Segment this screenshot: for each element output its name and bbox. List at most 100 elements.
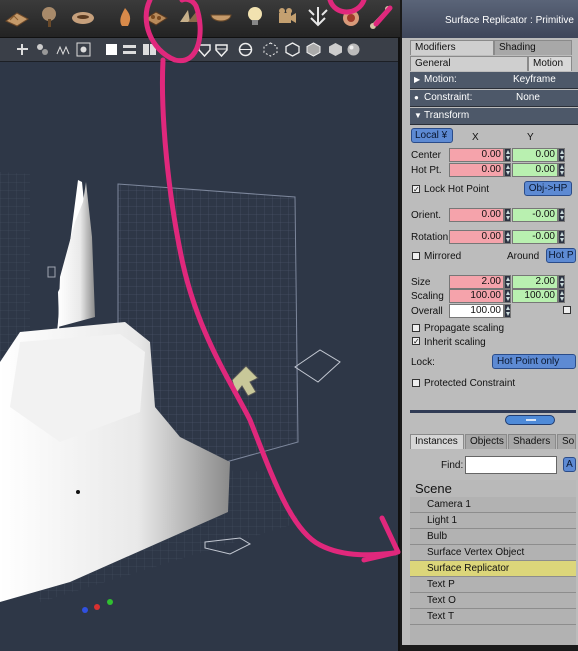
orient-y-spinner[interactable] [558, 208, 565, 222]
scaling-x-field[interactable]: 100.00 [449, 289, 504, 303]
hot-point-button[interactable]: Hot P [546, 248, 576, 263]
list-item-bulb[interactable]: Bulb [410, 529, 576, 545]
shield2-icon[interactable] [214, 42, 229, 58]
dots-icon[interactable] [76, 42, 91, 57]
tab-general[interactable]: General [410, 56, 528, 71]
center-y-field[interactable]: 0.00 [512, 148, 558, 162]
group-icon[interactable] [55, 42, 70, 57]
bowl-icon[interactable] [208, 4, 234, 30]
lock-select[interactable]: Hot Point only [492, 354, 576, 369]
lights-icon[interactable] [35, 42, 50, 57]
arrows-icon[interactable] [305, 4, 331, 30]
tree-icon[interactable] [36, 4, 62, 30]
rotation-x-spinner[interactable] [504, 230, 511, 244]
hotpt-y-spinner[interactable] [558, 163, 565, 177]
scaling-y-field[interactable]: 100.00 [512, 289, 558, 303]
object-marker [76, 490, 80, 494]
scene-render [0, 172, 341, 613]
find-label: Find: [441, 460, 464, 471]
replicator-icon[interactable] [143, 4, 169, 30]
expand-arrow-icon: ▶ [414, 75, 421, 84]
cube2-icon[interactable] [306, 42, 321, 57]
find-input[interactable] [465, 456, 557, 474]
orient-y-field[interactable]: -0.00 [512, 208, 558, 222]
dot-icon: ● [414, 93, 419, 102]
overall-field[interactable]: 100.00 [449, 304, 504, 318]
find-button[interactable]: A [563, 457, 576, 472]
protected-constraint-checkbox[interactable] [412, 379, 420, 387]
cube3-icon[interactable] [328, 42, 343, 57]
center-x-field[interactable]: 0.00 [449, 148, 504, 162]
rotation-label: Rotation [411, 232, 449, 243]
orient-label: Orient. [411, 210, 442, 221]
protected-constraint-label: Protected Constraint [424, 378, 516, 389]
fire-icon[interactable] [112, 4, 138, 30]
panel-title: Surface Replicator : Primitive [402, 0, 578, 38]
tab-shaders[interactable]: Shaders [508, 434, 556, 449]
panel-splitter-handle[interactable] [505, 415, 555, 425]
tab-modifiers[interactable]: Modifiers [410, 40, 494, 55]
list-item-surface-replicator[interactable]: Surface Replicator [410, 561, 576, 577]
cloud-icon[interactable] [70, 4, 96, 30]
3d-viewport[interactable] [0, 38, 400, 651]
wire-shape-3 [47, 266, 56, 278]
rotation-y-spinner[interactable] [558, 230, 565, 244]
bottom-edge [400, 645, 578, 651]
size-x-field[interactable]: 2.00 [449, 275, 504, 289]
size-y-spinner[interactable] [558, 275, 565, 289]
orient-x-spinner[interactable] [504, 208, 511, 222]
lock-hot-point-checkbox[interactable]: ✓ [412, 185, 420, 194]
list-item-text-o[interactable]: Text O [410, 593, 576, 609]
size-y-field[interactable]: 2.00 [512, 275, 558, 289]
orient-x-field[interactable]: 0.00 [449, 208, 504, 222]
motion-value[interactable]: Keyframe [513, 74, 556, 85]
dotted-cube-icon[interactable] [263, 42, 278, 57]
motion-row[interactable]: ▶ Motion: Keyframe [410, 72, 578, 89]
overall-spinner[interactable] [504, 304, 511, 318]
constraint-value[interactable]: None [516, 92, 540, 103]
mirrored-checkbox[interactable] [412, 252, 420, 260]
list-item-light[interactable]: Light 1 [410, 513, 576, 529]
list-item-surface-vertex-object[interactable]: Surface Vertex Object [410, 545, 576, 561]
center-x-spinner[interactable] [504, 148, 511, 162]
camera-icon[interactable] [273, 4, 299, 30]
terrain-icon[interactable] [4, 4, 30, 30]
sphere-icon[interactable] [238, 42, 253, 57]
rotation-y-field[interactable]: -0.00 [512, 230, 558, 244]
list-item-text-t[interactable]: Text T [410, 609, 576, 625]
propagate-scaling-checkbox[interactable] [412, 324, 420, 332]
move-icon[interactable] [15, 42, 30, 57]
boxes-icon[interactable] [142, 42, 157, 57]
hotpt-y-field[interactable]: 0.00 [512, 163, 558, 177]
size-x-spinner[interactable] [504, 275, 511, 289]
uniform-scaling-checkbox[interactable] [563, 306, 571, 314]
constraint-row[interactable]: ● Constraint: None [410, 90, 578, 107]
scatter-icon[interactable] [176, 4, 202, 30]
scaling-x-spinner[interactable] [504, 289, 511, 303]
square-icon[interactable] [104, 42, 119, 57]
coord-space-select[interactable]: Local ¥ [411, 128, 453, 143]
cube-icon[interactable] [285, 42, 300, 57]
hotpt-x-spinner[interactable] [504, 163, 511, 177]
bulb-icon[interactable] [242, 4, 268, 30]
center-y-spinner[interactable] [558, 148, 565, 162]
rotation-x-field[interactable]: 0.00 [449, 230, 504, 244]
inherit-scaling-checkbox[interactable]: ✓ [412, 337, 420, 346]
lock-hot-point-label: Lock Hot Point [424, 184, 490, 195]
ball-icon[interactable] [346, 42, 361, 57]
tab-objects[interactable]: Objects [465, 434, 507, 449]
scaling-y-spinner[interactable] [558, 289, 565, 303]
shield-icon[interactable] [197, 42, 212, 58]
hotpt-x-field[interactable]: 0.00 [449, 163, 504, 177]
tab-sounds[interactable]: So [557, 434, 576, 449]
tab-shading[interactable]: Shading [494, 40, 572, 55]
target-icon[interactable] [338, 4, 364, 30]
list-item-camera[interactable]: Camera 1 [410, 497, 576, 513]
tab-instances[interactable]: Instances [410, 434, 464, 449]
transform-row[interactable]: ▼ Transform [410, 108, 578, 125]
bone-icon[interactable] [368, 4, 394, 30]
lines-icon[interactable] [122, 42, 137, 57]
obj-hp-button[interactable]: Obj->HP [524, 181, 572, 196]
list-item-text-p[interactable]: Text P [410, 577, 576, 593]
tab-motion[interactable]: Motion [528, 56, 572, 71]
